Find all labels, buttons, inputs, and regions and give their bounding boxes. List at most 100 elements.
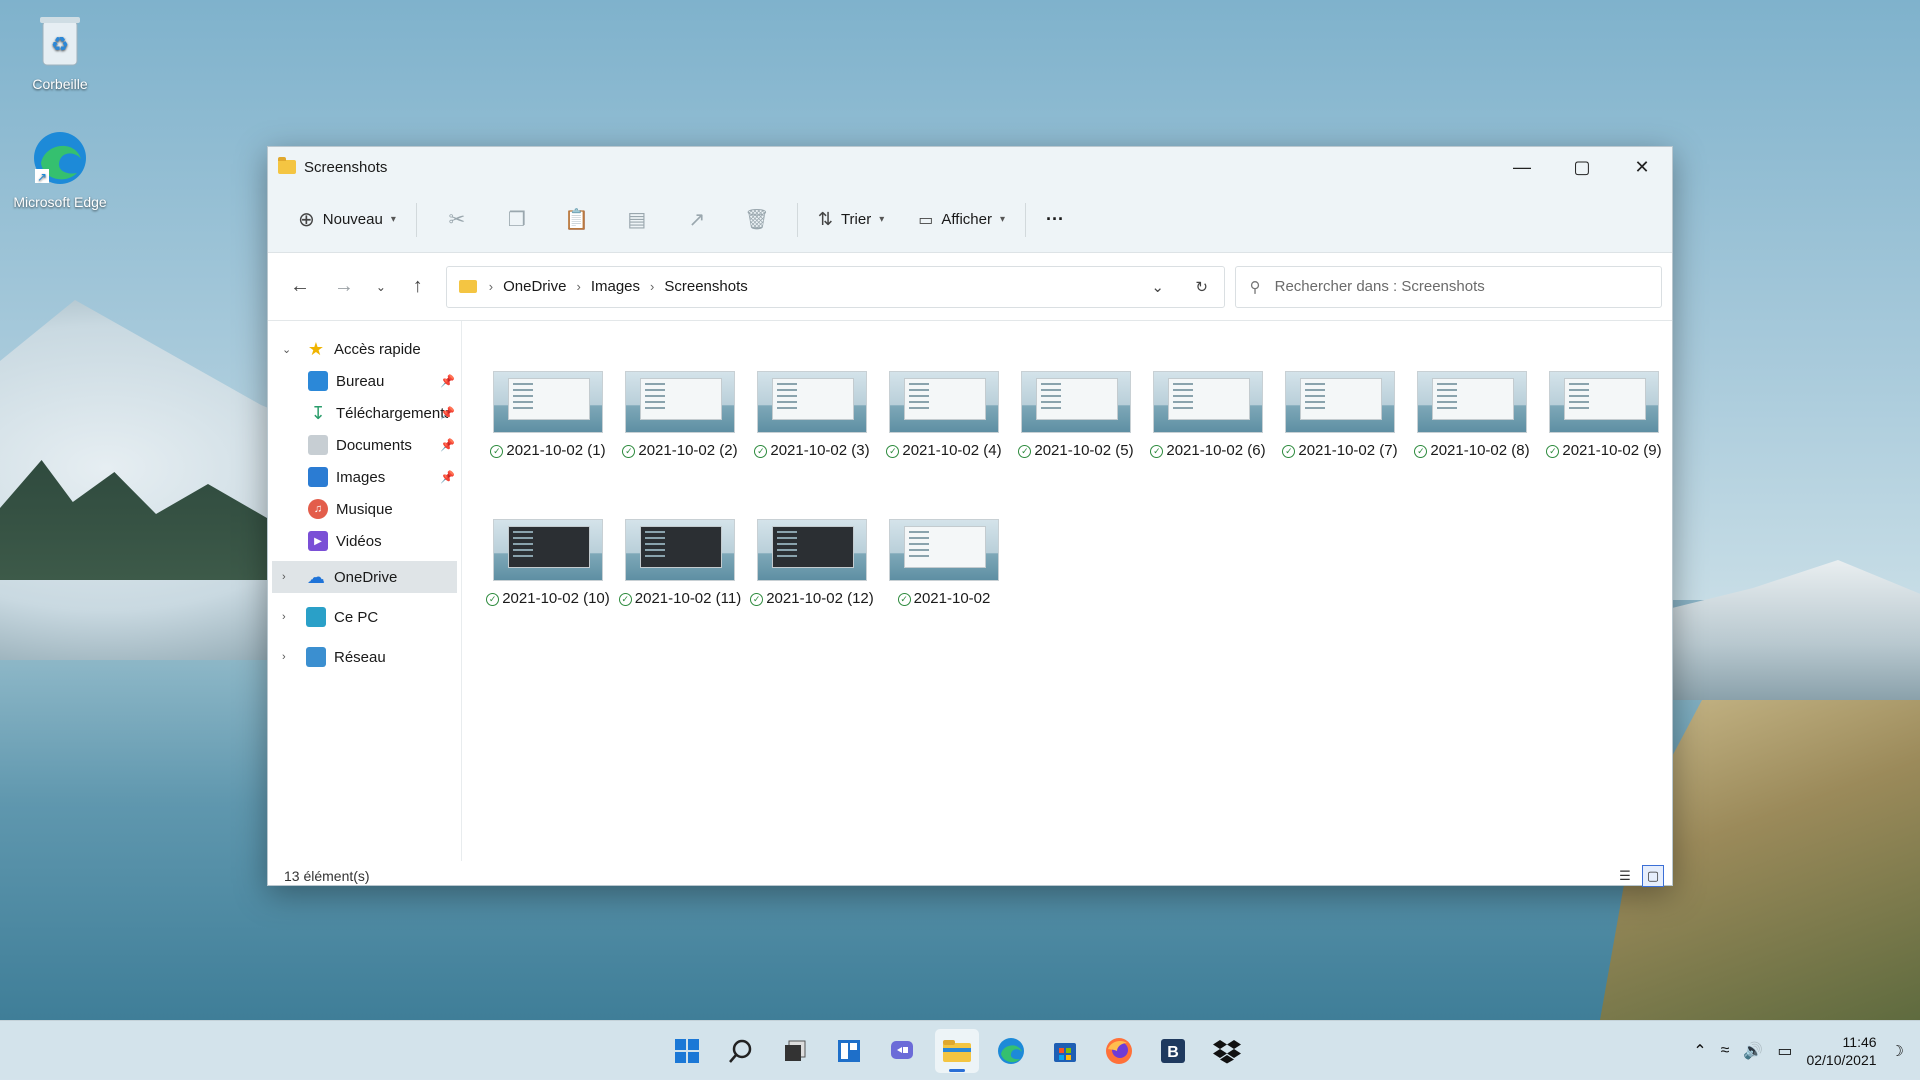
file-item[interactable]: ✓ 2021-10-02 (2) <box>614 371 746 519</box>
file-item[interactable]: ✓ 2021-10-02 (4) <box>878 371 1010 519</box>
file-item[interactable]: ✓ 2021-10-02 (5) <box>1010 371 1142 519</box>
nav-this-pc[interactable]: › Ce PC <box>268 601 461 633</box>
file-item[interactable]: ✓ 2021-10-02 (1) <box>482 371 614 519</box>
wifi-icon[interactable]: ≈ <box>1721 1042 1730 1060</box>
desktop-shortcut-edge[interactable]: ↗ Microsoft Edge <box>5 128 115 210</box>
large-icons-view-button[interactable]: ▢ <box>1642 865 1664 887</box>
letter-b-app-icon: B <box>1161 1039 1185 1063</box>
file-name: ✓ 2021-10-02 <box>878 589 1010 609</box>
nav-network[interactable]: › Réseau <box>268 641 461 673</box>
image-thumbnail <box>757 519 867 581</box>
dropbox-button[interactable] <box>1205 1029 1249 1073</box>
sync-status-icon: ✓ <box>622 444 636 458</box>
task-view-icon <box>785 1040 806 1061</box>
file-item[interactable]: ✓ 2021-10-02 (6) <box>1142 371 1274 519</box>
file-item[interactable]: ✓ 2021-10-02 (11) <box>614 519 746 667</box>
share-button[interactable]: ↗ <box>667 207 727 232</box>
file-item[interactable]: ✓ 2021-10-02 (8) <box>1406 371 1538 519</box>
desktop-shortcut-recycle-bin[interactable]: ♻ Corbeille <box>5 10 115 92</box>
cut-button[interactable]: ✂ <box>427 207 487 232</box>
nav-item-label: Musique <box>336 500 393 518</box>
file-item[interactable]: ✓ 2021-10-02 (12) <box>746 519 878 667</box>
breadcrumb-onedrive[interactable]: OneDrive <box>503 278 566 295</box>
more-options-icon: ··· <box>1046 209 1064 229</box>
search-input[interactable]: ⚲ Rechercher dans : Screenshots <box>1234 265 1663 308</box>
clock-date: 02/10/2021 <box>1806 1052 1877 1068</box>
volume-icon[interactable]: 🔊 <box>1743 1041 1763 1061</box>
nav-item-telechargements[interactable]: ↧ Téléchargements 📌 <box>268 397 461 429</box>
battery-icon[interactable]: ▭ <box>1777 1041 1792 1061</box>
address-bar[interactable]: › OneDrive › Images › Screenshots ⌄ ↻ <box>445 265 1225 308</box>
file-item[interactable]: ✓ 2021-10-02 (7) <box>1274 371 1406 519</box>
file-name-text: 2021-10-02 (3) <box>770 442 870 459</box>
file-name: ✓ 2021-10-02 (4) <box>878 441 1010 461</box>
breadcrumb-screenshots[interactable]: Screenshots <box>664 278 747 295</box>
nav-item-images[interactable]: Images 📌 <box>268 461 461 493</box>
notifications-icon[interactable]: ☽ <box>1891 1042 1904 1060</box>
nav-item-label: Images <box>336 468 386 486</box>
rename-button[interactable]: ▤ <box>607 207 667 232</box>
file-explorer-button[interactable] <box>935 1029 979 1073</box>
widgets-button[interactable] <box>827 1029 871 1073</box>
file-name-text: 2021-10-02 (11) <box>634 590 742 607</box>
window-title: Screenshots <box>304 158 388 176</box>
nav-item-bureau[interactable]: Bureau 📌 <box>268 365 461 397</box>
nav-quick-access[interactable]: ⌄ ★ Accès rapide <box>268 333 461 365</box>
search-icon <box>729 1039 752 1063</box>
clock[interactable]: 11:46 02/10/2021 <box>1806 1033 1876 1069</box>
nav-item-videos[interactable]: ▶ Vidéos <box>268 525 461 557</box>
svg-text:♻: ♻ <box>51 34 69 56</box>
pin-icon: 📌 <box>440 406 455 420</box>
recent-locations-button[interactable]: ⌄ <box>366 280 396 294</box>
breadcrumb-images[interactable]: Images <box>591 278 640 295</box>
minimize-button[interactable]: — <box>1492 147 1552 187</box>
file-name-text: 2021-10-02 (9) <box>1562 442 1662 459</box>
nav-item-documents[interactable]: Documents 📌 <box>268 429 461 461</box>
file-item[interactable]: ✓ 2021-10-02 <box>878 519 1010 667</box>
firefox-button[interactable] <box>1097 1029 1141 1073</box>
view-button[interactable]: ▭ Afficher ▾ <box>908 204 1015 236</box>
svg-text:↗: ↗ <box>37 170 47 184</box>
nav-item-label: Téléchargements <box>336 404 448 422</box>
delete-button[interactable]: 🗑 <box>727 207 787 232</box>
chat-button[interactable] <box>881 1029 925 1073</box>
file-name-text: 2021-10-02 (4) <box>902 442 1002 459</box>
chevron-up-icon[interactable]: ⌃ <box>1693 1041 1706 1061</box>
more-options-button[interactable]: ··· <box>1036 203 1074 236</box>
file-name: ✓ 2021-10-02 (10) <box>482 589 614 609</box>
arrow-left-icon: ← <box>289 275 310 297</box>
view-button-label: Afficher <box>941 211 992 228</box>
new-button[interactable]: ⊕ Nouveau ▾ <box>288 201 406 238</box>
refresh-button[interactable]: ↻ <box>1180 278 1224 296</box>
svg-text:B: B <box>1167 1044 1179 1061</box>
file-name: ✓ 2021-10-02 (1) <box>482 441 614 461</box>
nav-onedrive[interactable]: › ☁ OneDrive <box>272 561 457 593</box>
view-icon: ▭ <box>918 211 934 229</box>
copy-button[interactable]: ❐ <box>487 207 547 232</box>
details-view-button[interactable]: ☰ <box>1614 865 1636 887</box>
file-item[interactable]: ✓ 2021-10-02 (9) <box>1538 371 1670 519</box>
nav-item-musique[interactable]: ♫ Musique <box>268 493 461 525</box>
search-icon: ⚲ <box>1249 278 1261 296</box>
paste-button[interactable]: 📋 <box>547 207 607 232</box>
title-bar[interactable]: Screenshots — ▢ ✕ <box>268 147 1672 187</box>
up-button[interactable]: ↑ <box>396 275 440 298</box>
maximize-button[interactable]: ▢ <box>1552 147 1612 187</box>
image-thumbnail <box>493 371 603 433</box>
file-item[interactable]: ✓ 2021-10-02 (3) <box>746 371 878 519</box>
edge-button[interactable] <box>989 1029 1033 1073</box>
store-button[interactable] <box>1043 1029 1087 1073</box>
chevron-right-icon: › <box>576 279 581 294</box>
address-dropdown-button[interactable]: ⌄ <box>1136 278 1180 296</box>
back-button[interactable]: ← <box>278 275 322 298</box>
task-view-button[interactable] <box>773 1029 817 1073</box>
chevron-right-icon: › <box>488 279 494 294</box>
app-b-button[interactable]: B <box>1151 1029 1195 1073</box>
search-button[interactable] <box>719 1029 763 1073</box>
sort-button[interactable]: ⇅ Trier ▾ <box>808 203 894 236</box>
file-item[interactable]: ✓ 2021-10-02 (10) <box>482 519 614 667</box>
close-button[interactable]: ✕ <box>1612 147 1672 187</box>
start-button[interactable] <box>665 1029 709 1073</box>
image-thumbnail <box>757 371 867 433</box>
forward-button[interactable]: → <box>322 275 366 298</box>
